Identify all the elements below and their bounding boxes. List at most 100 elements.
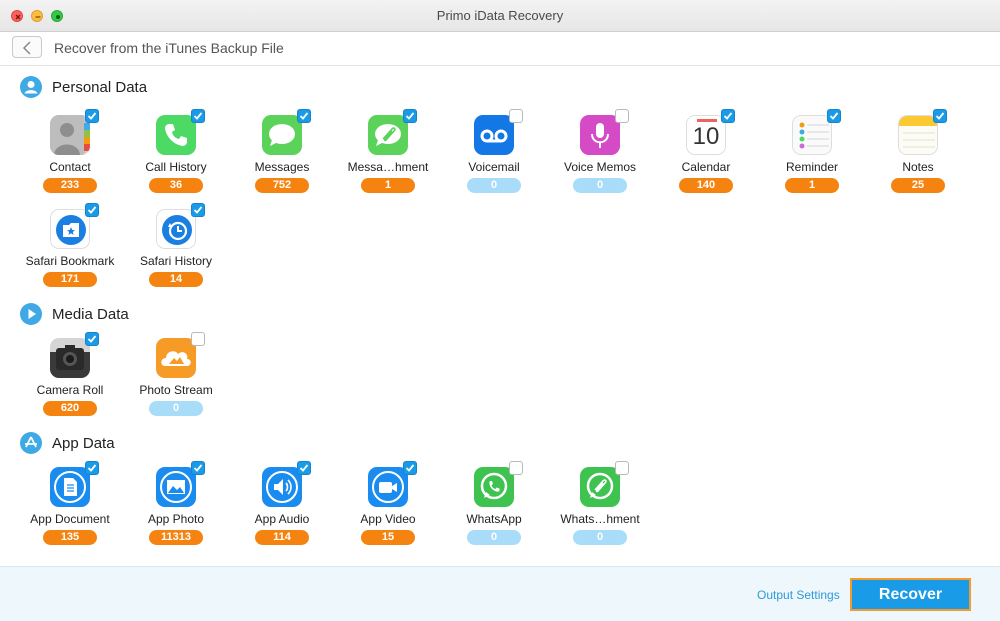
item-voicemail[interactable]: Voicemail 0 [441,109,547,203]
item-label: Call History [145,160,207,174]
item-app-audio[interactable]: App Audio 114 [229,461,335,555]
checkbox[interactable] [191,332,205,346]
back-button[interactable] [12,36,42,58]
item-safari-bookmark[interactable]: Safari Bookmark 171 [17,203,123,297]
checkmark-icon [299,112,309,120]
item-safari-history[interactable]: Safari History 14 [123,203,229,297]
whatsapp-icon [474,467,514,507]
checkbox[interactable] [191,461,205,475]
count-badge: 25 [891,178,945,193]
checkbox[interactable] [509,461,523,475]
count-badge: 0 [467,530,521,545]
checkbox[interactable] [85,203,99,217]
phone-icon [156,115,196,155]
count-badge: 171 [43,272,97,287]
checkbox[interactable] [403,109,417,123]
recover-button[interactable]: Recover [850,578,971,611]
microphone-icon [580,115,620,155]
page-header: Recover from the iTunes Backup File [0,32,1000,66]
item-label: Messa…hment [347,160,429,174]
item-label: Contact [49,160,91,174]
checkbox[interactable] [509,109,523,123]
play-icon [20,303,42,325]
item-message-attachment[interactable]: Messa…hment 1 [335,109,441,203]
item-app-photo[interactable]: App Photo 11313 [123,461,229,555]
section-title-app: App Data [52,434,115,452]
item-call-history[interactable]: Call History 36 [123,109,229,203]
checkmark-icon [193,206,203,214]
title-bar: Primo iData Recovery [0,0,1000,32]
section-app-data: App Data [20,432,115,454]
item-label: App Video [360,512,416,526]
item-label: Calendar [681,160,731,174]
count-badge: 752 [255,178,309,193]
item-camera-roll[interactable]: Camera Roll 620 [17,332,123,426]
checkmark-icon [87,112,97,120]
item-app-video[interactable]: App Video 15 [335,461,441,555]
image-icon [156,467,196,507]
item-reminder[interactable]: Reminder 1 [759,109,865,203]
calendar-day: 10 [692,123,720,150]
item-photo-stream[interactable]: Photo Stream 0 [123,332,229,426]
output-settings-link[interactable]: Output Settings [757,588,840,602]
checkbox[interactable] [615,461,629,475]
item-notes[interactable]: Notes 25 [865,109,971,203]
item-label: App Document [30,512,110,526]
item-label: WhatsApp [466,512,522,526]
section-personal-data: Personal Data [20,76,147,98]
count-badge: 0 [467,178,521,193]
item-label: Whats…hment [560,512,640,526]
notes-icon [898,115,938,155]
section-media-data: Media Data [20,303,129,325]
item-label: Messages [254,160,310,174]
item-whatsapp[interactable]: WhatsApp 0 [441,461,547,555]
item-contact[interactable]: Contact 233 [17,109,123,203]
checkmark-icon [87,206,97,214]
item-calendar[interactable]: 10 Calendar 140 [653,109,759,203]
count-badge: 233 [43,178,97,193]
checkbox[interactable] [191,203,205,217]
whatsapp-paperclip-icon [580,467,620,507]
item-label: Safari History [139,254,213,268]
count-badge: 14 [149,272,203,287]
app-store-icon [20,432,42,454]
checkbox[interactable] [85,109,99,123]
window-title: Primo iData Recovery [436,8,564,23]
footer-bar: Output Settings Recover [0,566,1000,621]
item-label: App Audio [254,512,310,526]
item-app-document[interactable]: App Document 135 [17,461,123,555]
checkbox[interactable] [191,109,205,123]
checkbox[interactable] [827,109,841,123]
checkbox[interactable] [297,461,311,475]
item-label: Voicemail [468,160,520,174]
checkbox[interactable] [615,109,629,123]
chevron-left-icon [22,41,31,55]
count-badge: 0 [573,530,627,545]
section-title-media: Media Data [52,305,129,323]
count-badge: 0 [149,401,203,416]
item-messages[interactable]: Messages 752 [229,109,335,203]
checkmark-icon [193,112,203,120]
checkmark-icon [935,112,945,120]
checkbox[interactable] [85,332,99,346]
checkbox[interactable] [933,109,947,123]
checkbox[interactable] [85,461,99,475]
item-whatsapp-attachment[interactable]: Whats…hment 0 [547,461,653,555]
checkmark-icon [829,112,839,120]
checkbox[interactable] [297,109,311,123]
checkmark-icon [299,464,309,472]
person-icon [20,76,42,98]
checkbox[interactable] [403,461,417,475]
checkmark-icon [87,464,97,472]
item-label: Safari Bookmark [25,254,115,268]
page-title: Recover from the iTunes Backup File [54,40,284,56]
calendar-icon: 10 [686,115,726,155]
checkbox[interactable] [721,109,735,123]
count-badge: 1 [785,178,839,193]
bookmark-icon [50,209,90,249]
count-badge: 620 [43,401,97,416]
item-label: Photo Stream [139,383,213,397]
count-badge: 11313 [149,530,203,545]
item-voice-memos[interactable]: Voice Memos 0 [547,109,653,203]
camera-icon [50,338,90,378]
